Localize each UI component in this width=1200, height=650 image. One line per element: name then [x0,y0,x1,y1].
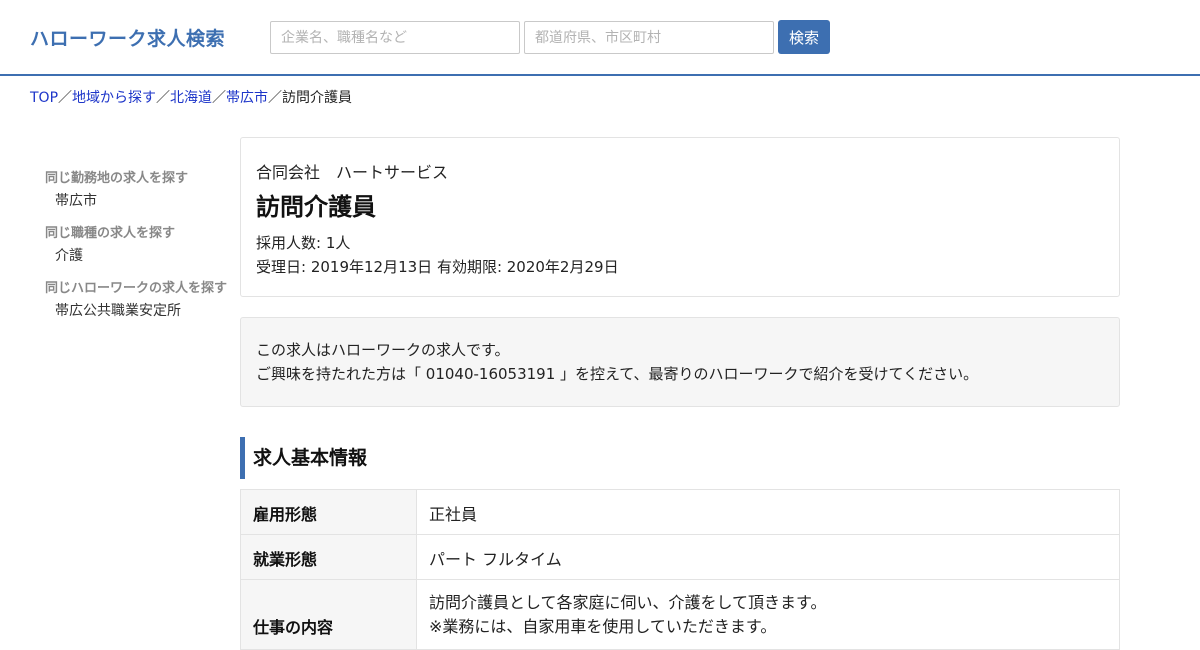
site-header: ハローワーク求人検索 検索 [0,0,1200,76]
sidebar-link-location[interactable]: 帯広市 [45,190,235,210]
job-description-line-2: ※業務には、自家用車を使用していただきます。 [429,617,777,636]
section-heading-basic-info: 求人基本情報 [240,437,1120,479]
notice-line-2: ご興味を持たれた方は「 01040-16053191 」を控えて、最寄りのハロー… [256,365,979,383]
job-title: 訪問介護員 [256,193,376,221]
table-row: 就業形態 パート フルタイム [240,534,1120,580]
search-button[interactable]: 検索 [778,20,830,54]
sidebar-link-occupation[interactable]: 介護 [45,245,235,265]
sidebar: 同じ勤務地の求人を探す 帯広市 同じ職種の求人を探す 介護 同じハローワークの求… [45,167,235,332]
sidebar-heading-same-occupation: 同じ職種の求人を探す [45,226,176,241]
site-title-link[interactable]: ハローワーク求人検索 [30,24,225,51]
breadcrumb-current: 訪問介護員 [282,90,353,106]
job-description-line-1: 訪問介護員として各家庭に伺い、介護をして頂きます。 [429,593,827,612]
row-value-job-description: 訪問介護員として各家庭に伺い、介護をして頂きます。 ※業務には、自家用車を使用し… [416,579,1120,650]
basic-info-table: 雇用形態 正社員 就業形態 パート フルタイム 仕事の内容 訪問介護員として各家… [240,489,1120,650]
breadcrumb-obihiro[interactable]: 帯広市 [226,90,268,106]
breadcrumb-separator: ／ [268,90,283,106]
breadcrumb-region-search[interactable]: 地域から探す [72,90,156,106]
notice-line-1: この求人はハローワークの求人です。 [256,341,510,359]
breadcrumb-separator: ／ [58,90,73,106]
breadcrumb-top[interactable]: TOP [30,90,58,106]
row-label-job-description: 仕事の内容 [240,579,417,650]
table-row: 雇用形態 正社員 [240,489,1120,535]
table-row: 仕事の内容 訪問介護員として各家庭に伺い、介護をして頂きます。 ※業務には、自家… [240,579,1120,650]
job-dates: 受理日: 2019年12月13日 有効期限: 2020年2月29日 [256,258,619,276]
breadcrumb: TOP／地域から探す／北海道／帯広市／訪問介護員 [30,87,352,107]
keyword-search-input[interactable] [270,21,520,54]
row-value-employment-type: 正社員 [416,489,1120,535]
row-value-work-style: パート フルタイム [416,534,1120,580]
breadcrumb-separator: ／ [212,90,227,106]
area-search-input[interactable] [524,21,774,54]
hires-count: 採用人数: 1人 [256,234,351,252]
job-summary-card: 合同会社 ハートサービス 訪問介護員 採用人数: 1人 受理日: 2019年12… [240,137,1120,297]
sidebar-link-hellowork[interactable]: 帯広公共職業安定所 [45,300,235,320]
hellowork-notice: この求人はハローワークの求人です。 ご興味を持たれた方は「 01040-1605… [240,317,1120,407]
sidebar-heading-same-hellowork: 同じハローワークの求人を探す [45,281,228,296]
row-label-work-style: 就業形態 [240,534,417,580]
sidebar-heading-same-location: 同じ勤務地の求人を探す [45,171,189,186]
breadcrumb-hokkaido[interactable]: 北海道 [170,90,212,106]
row-label-employment-type: 雇用形態 [240,489,417,535]
breadcrumb-separator: ／ [156,90,171,106]
company-name: 合同会社 ハートサービス [256,163,449,182]
